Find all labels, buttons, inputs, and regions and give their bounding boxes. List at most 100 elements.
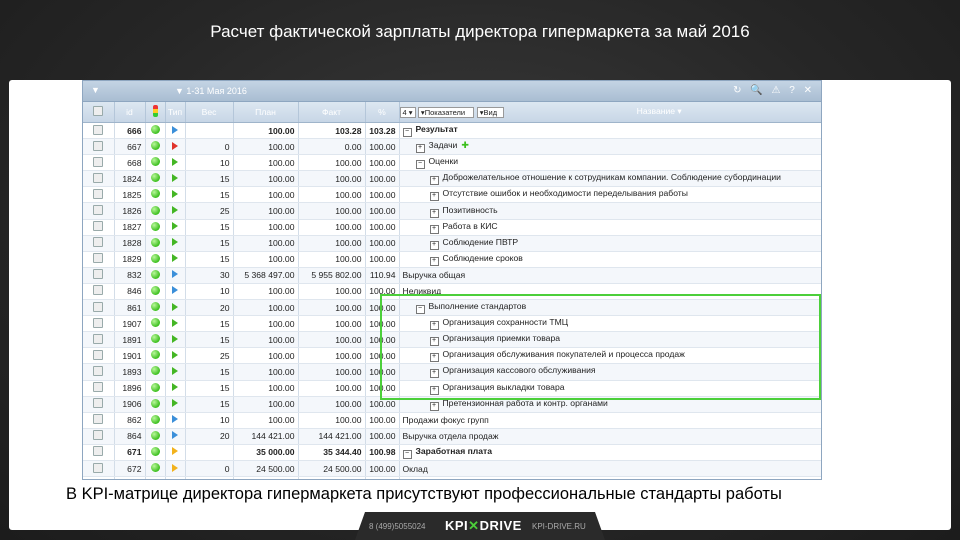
row-checkbox[interactable] (83, 235, 115, 252)
cell-name[interactable]: − Оценки (399, 154, 821, 172)
expand-icon[interactable]: + (429, 401, 439, 411)
row-checkbox[interactable] (83, 460, 115, 478)
expand-icon[interactable]: + (429, 321, 439, 331)
collapse-icon[interactable]: − (415, 305, 425, 315)
expand-icon[interactable]: + (429, 192, 439, 202)
table-row[interactable]: 667 0 100.00 0.00 100.00 + Задачи ✚ (83, 138, 821, 156)
table-row[interactable]: 861 20 100.00 100.00 100.00− Выполнение станд… (83, 299, 821, 317)
indicators-select[interactable]: ▾Показатели (417, 106, 475, 118)
col-plan[interactable]: План (233, 102, 299, 123)
table-row[interactable]: 1827 15 100.00 100.00 100.00 + Работа в КИС (83, 219, 821, 236)
collapse-icon[interactable]: − (402, 449, 412, 459)
cell-name[interactable]: + Организация выкладки товара (399, 380, 821, 397)
expand-icon[interactable]: + (429, 208, 439, 218)
table-row[interactable]: 1824 15 100.00 100.00 100.00 + Доброжелательно… (83, 170, 821, 188)
cell-name[interactable]: − Результат (399, 122, 821, 140)
expand-icon[interactable]: + (429, 369, 439, 379)
row-checkbox[interactable] (83, 331, 115, 349)
cell-name[interactable]: + Задачи ✚ (399, 138, 821, 156)
table-row[interactable]: 1891 15 100.00 100.00 100.00 + Организация при… (83, 331, 821, 349)
table-row[interactable]: 1906 15 100.00 100.00 100.00 + Претензионная р… (83, 396, 821, 413)
cell-name[interactable]: Неликвид (399, 283, 821, 301)
row-checkbox[interactable] (83, 219, 115, 236)
cell-name[interactable]: + Организация сохранности ТМЦ (399, 315, 821, 333)
expand-icon[interactable]: + (429, 337, 439, 347)
row-checkbox[interactable] (83, 202, 115, 220)
row-checkbox[interactable] (83, 380, 115, 397)
expand-icon[interactable]: + (429, 224, 439, 234)
cell-name[interactable]: + Позитивность (399, 202, 821, 220)
toolbar-icons[interactable]: ↻ 🔍 ⚠ ? ✕ (733, 85, 815, 96)
table-row[interactable]: 1896 15 100.00 100.00 100.00 + Организация вык… (83, 380, 821, 397)
table-row[interactable]: 668 10 100.00 100.00 100.00− Оценки (83, 154, 821, 172)
collapse-icon[interactable]: − (415, 160, 425, 170)
cell-name[interactable]: Премия (399, 476, 821, 479)
table-row[interactable]: 1829 15 100.00 100.00 100.00 + Соблюдение срок… (83, 251, 821, 268)
cell-name[interactable]: Продажи фокус групп (399, 412, 821, 429)
col-name[interactable]: 4 ▾ ▾Показатели ▾Вид Название ▾ (399, 102, 821, 123)
select-all-checkbox[interactable] (83, 102, 115, 123)
period-selector[interactable]: ▼ 1-31 Мая 2016 (175, 86, 247, 96)
cell-name[interactable]: + Работа в КИС (399, 219, 821, 236)
table-row[interactable]: 1907 15 100.00 100.00 100.00 + Организация сох… (83, 315, 821, 333)
table-row[interactable]: 862 10 100.00 100.00 100.00 Продажи фокус гру… (83, 412, 821, 429)
cell-name[interactable]: − Выполнение стандартов (399, 299, 821, 317)
row-checkbox[interactable] (83, 315, 115, 333)
row-checkbox[interactable] (83, 122, 115, 140)
row-checkbox[interactable] (83, 154, 115, 172)
col-percent[interactable]: % (365, 102, 400, 123)
cell-name[interactable]: + Организация кассового обслуживания (399, 363, 821, 381)
add-task-icon[interactable]: ✚ (461, 140, 469, 150)
row-checkbox[interactable] (83, 299, 115, 317)
table-row[interactable]: 673 010 500.0010 844.40103.28Премия (83, 476, 821, 479)
cell-name[interactable]: Оклад (399, 460, 821, 478)
cell-name[interactable]: + Претензионная работа и контр. органами (399, 396, 821, 413)
table-row[interactable]: 666 100.00 103.28 103.28− Результат (83, 122, 821, 140)
table-row[interactable]: 1893 15 100.00 100.00 100.00 + Организация кас… (83, 363, 821, 381)
expand-icon[interactable]: + (429, 353, 439, 363)
row-checkbox[interactable] (83, 428, 115, 445)
table-row[interactable]: 864 20 144 421.00 144 421.00 100.00 Выручка о… (83, 428, 821, 445)
cell-name[interactable]: + Соблюдение сроков (399, 251, 821, 268)
cell-name[interactable]: + Отсутствие ошибок и необходимости перед… (399, 186, 821, 204)
expand-icon[interactable]: + (415, 144, 425, 154)
table-row[interactable]: 1828 15 100.00 100.00 100.00 + Соблюдение ПВТР (83, 235, 821, 252)
table-row[interactable]: 1826 25 100.00 100.00 100.00 + Позитивность (83, 202, 821, 220)
collapse-icon[interactable]: − (402, 128, 412, 138)
row-checkbox[interactable] (83, 396, 115, 413)
row-checkbox[interactable] (83, 186, 115, 204)
table-row[interactable]: 672 0 24 500.00 24 500.00 100.00 Оклад (83, 460, 821, 478)
cell-name[interactable]: Выручка отдела продаж (399, 428, 821, 445)
row-checkbox[interactable] (83, 283, 115, 301)
table-row[interactable]: 1825 15 100.00 100.00 100.00 + Отсутствие ошиб… (83, 186, 821, 204)
table-row[interactable]: 846 10 100.00 100.00 100.00 Неликвид (83, 283, 821, 301)
level-select[interactable]: 4 ▾ (399, 106, 416, 118)
cell-name[interactable]: + Организация обслуживания покупателей и … (399, 347, 821, 365)
row-checkbox[interactable] (83, 412, 115, 429)
row-checkbox[interactable] (83, 444, 115, 461)
expand-icon[interactable]: + (429, 176, 439, 186)
col-id[interactable]: id (114, 102, 146, 123)
table-row[interactable]: 671 35 000.00 35 344.40 100.98− Заработная п… (83, 444, 821, 461)
expand-icon[interactable]: + (429, 385, 439, 395)
col-weight[interactable]: Вес (185, 102, 234, 123)
row-checkbox[interactable] (83, 267, 115, 284)
cell-name[interactable]: − Заработная плата (399, 444, 821, 461)
menu-dropdown-icon[interactable]: ▼ (91, 85, 100, 95)
cell-name[interactable]: Выручка общая (399, 267, 821, 284)
cell-name[interactable]: + Соблюдение ПВТР (399, 235, 821, 252)
table-row[interactable]: 1901 25 100.00 100.00 100.00 + Организация обс… (83, 347, 821, 365)
expand-icon[interactable]: + (429, 240, 439, 250)
table-row[interactable]: 832 30 5 368 497.00 5 955 802.00 110.94 Выруч… (83, 267, 821, 284)
row-checkbox[interactable] (83, 251, 115, 268)
col-type[interactable]: Тип (165, 102, 186, 123)
row-checkbox[interactable] (83, 363, 115, 381)
expand-icon[interactable]: + (429, 256, 439, 266)
col-fact[interactable]: Факт (298, 102, 366, 123)
view-select[interactable]: ▾Вид (476, 106, 505, 118)
row-checkbox[interactable] (83, 347, 115, 365)
cell-name[interactable]: + Доброжелательное отношение к сотрудника… (399, 170, 821, 188)
row-checkbox[interactable] (83, 170, 115, 188)
row-checkbox[interactable] (83, 476, 115, 479)
row-checkbox[interactable] (83, 138, 115, 156)
